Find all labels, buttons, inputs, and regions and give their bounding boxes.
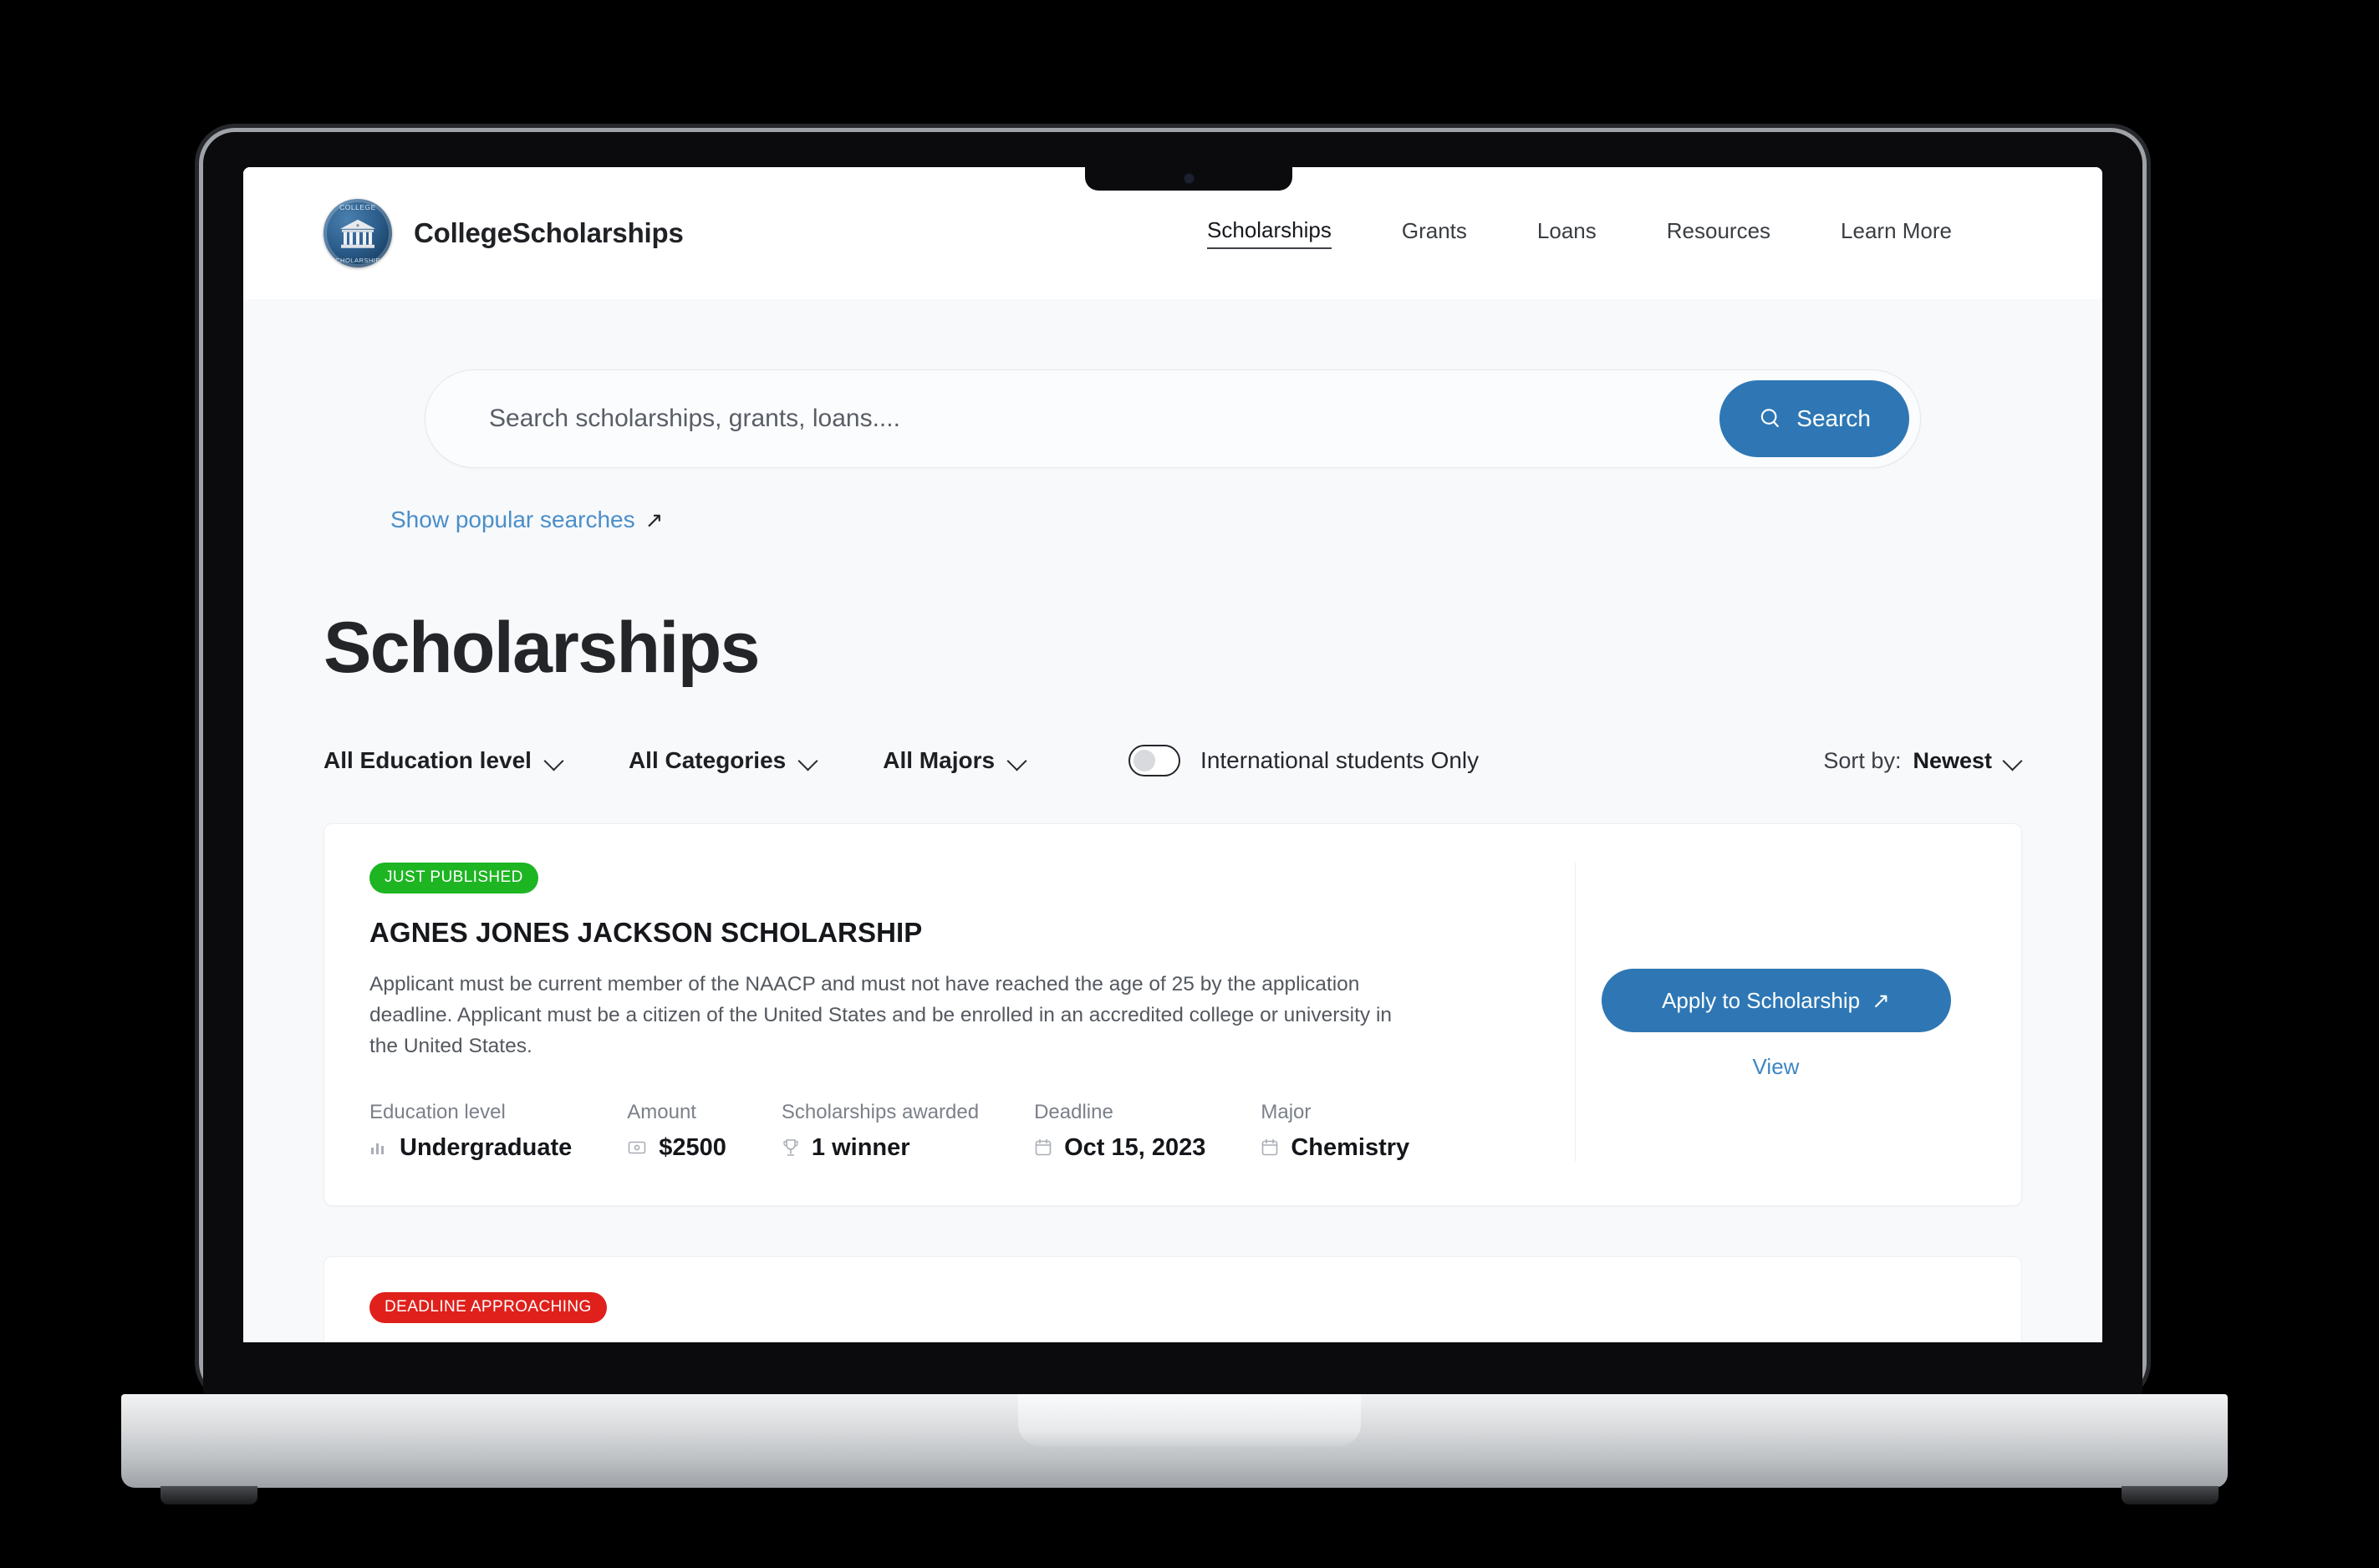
scholarship-card-actions: Apply to Scholarship ↗ View [1575, 863, 1976, 1162]
nav-link-scholarships[interactable]: Scholarships [1207, 217, 1332, 249]
scholarship-title: AGNES JONES JACKSON SCHOLARSHIP [369, 917, 923, 948]
search-button[interactable]: Search [1719, 380, 1909, 457]
page-body: Search Show popular searches ↗ Scholarsh… [243, 299, 2102, 1374]
meta-label: Scholarships awarded [781, 1100, 980, 1123]
sort-by-value: Newest [1913, 747, 1992, 773]
search-icon [1761, 409, 1780, 428]
meta-value: 1 winner [811, 1133, 910, 1161]
international-students-toggle[interactable] [1128, 745, 1181, 776]
screenshot-stage: COLLEGE SCHOLARSHIPS CollegeScholarships… [0, 0, 2379, 1568]
laptop-base-lip [1018, 1394, 1361, 1446]
meta-scholarships-awarded: Scholarships awarded 1 winner [782, 1101, 979, 1162]
meta-value-wrap: Oct 15, 2023 [1034, 1134, 1205, 1162]
meta-label: Education level [369, 1100, 506, 1123]
search-bar[interactable]: Search [425, 369, 1921, 468]
search-button-label: Search [1796, 405, 1871, 431]
apply-to-scholarship-button[interactable]: Apply to Scholarship ↗ [1601, 969, 1951, 1033]
search-input[interactable] [489, 405, 1720, 433]
filter-categories-label: All Categories [628, 747, 787, 773]
filter-categories[interactable]: All Categories [629, 747, 818, 774]
apply-button-label: Apply to Scholarship [1662, 987, 1861, 1013]
nav-link-resources[interactable]: Resources [1667, 218, 1770, 248]
page-title: Scholarships [323, 608, 760, 688]
show-popular-searches-label: Show popular searches [390, 507, 635, 532]
search-section: Search [323, 299, 2022, 468]
filter-majors-label: All Majors [883, 747, 996, 773]
calendar-icon [1035, 1138, 1052, 1156]
international-students-toggle-group: International students Only [1128, 745, 1479, 776]
meta-label: Deadline [1034, 1100, 1113, 1123]
filter-row: All Education level All Categories All M… [323, 745, 2022, 776]
filter-education-level-label: All Education level [323, 747, 532, 773]
scholarship-card[interactable]: JUST PUBLISHED AGNES JONES JACKSON SCHOL… [323, 823, 2022, 1206]
seal-rim-bottom: SCHOLARSHIPS [330, 257, 385, 264]
arrow-up-right-icon: ↗ [1872, 987, 1890, 1013]
sort-by-dropdown[interactable]: Sort by: Newest [1823, 748, 2022, 774]
college-seal-icon: COLLEGE SCHOLARSHIPS [323, 199, 392, 267]
meta-label: Major [1261, 1100, 1312, 1123]
chevron-down-icon [2004, 751, 2022, 770]
meta-value: Oct 15, 2023 [1064, 1133, 1206, 1161]
popular-searches-row: Show popular searches ↗ [323, 507, 2022, 533]
web-page: COLLEGE SCHOLARSHIPS CollegeScholarships… [243, 167, 2102, 1377]
laptop-hinge [203, 1342, 2142, 1396]
meta-value: Chemistry [1291, 1133, 1410, 1161]
arrow-up-right-icon: ↗ [644, 507, 664, 532]
show-popular-searches-link[interactable]: Show popular searches ↗ [390, 507, 663, 533]
laptop-foot-right [2122, 1486, 2219, 1504]
trophy-icon [783, 1139, 798, 1157]
meta-value-wrap: 1 winner [782, 1134, 979, 1162]
meta-value-wrap: Undergraduate [369, 1134, 572, 1162]
brand-logo-group[interactable]: COLLEGE SCHOLARSHIPS CollegeScholarships [323, 199, 684, 267]
meta-value-wrap: $2500 [627, 1134, 726, 1162]
view-link[interactable]: View [1753, 1054, 1800, 1080]
laptop-screen: COLLEGE SCHOLARSHIPS CollegeScholarships… [243, 167, 2102, 1377]
meta-value: Undergraduate [400, 1133, 573, 1161]
filter-education-level[interactable]: All Education level [323, 747, 563, 774]
nav-link-learn-more[interactable]: Learn More [1841, 218, 1952, 248]
laptop-foot-left [160, 1486, 257, 1504]
money-icon [628, 1141, 646, 1154]
meta-value-wrap: Chemistry [1261, 1134, 1409, 1162]
scholarship-description: Applicant must be current member of the … [369, 973, 1393, 1058]
meta-label: Amount [627, 1100, 696, 1123]
scholarship-meta-row: Education level Undergraduate Amount $25… [369, 1101, 1541, 1162]
calendar-icon [1262, 1138, 1278, 1156]
nav-link-grants[interactable]: Grants [1402, 218, 1467, 248]
sort-by-label: Sort by: [1823, 747, 1902, 773]
seal-rim-top: COLLEGE [339, 203, 376, 211]
scholarship-card-main: JUST PUBLISHED AGNES JONES JACKSON SCHOL… [369, 863, 1575, 1162]
toggle-knob [1133, 750, 1156, 771]
chevron-down-icon [799, 751, 818, 770]
chevron-down-icon [545, 751, 563, 770]
building-icon [340, 219, 375, 248]
laptop-notch [1085, 164, 1292, 191]
meta-deadline: Deadline Oct 15, 2023 [1034, 1101, 1205, 1162]
filter-majors[interactable]: All Majors [883, 747, 1026, 774]
international-students-toggle-label: International students Only [1200, 747, 1480, 773]
meta-value: $2500 [659, 1133, 726, 1161]
meta-amount: Amount $2500 [627, 1101, 726, 1162]
status-badge: JUST PUBLISHED [369, 863, 538, 893]
meta-major: Major Chemistry [1261, 1101, 1409, 1162]
main-nav: Scholarships Grants Loans Resources Lear… [1207, 217, 2022, 249]
bar-chart-icon [371, 1143, 384, 1155]
meta-education-level: Education level Undergraduate [369, 1101, 572, 1162]
camera-icon [1184, 175, 1193, 182]
status-badge: DEADLINE APPROACHING [369, 1291, 607, 1323]
brand-name: CollegeScholarships [414, 217, 684, 248]
nav-link-loans[interactable]: Loans [1537, 218, 1597, 248]
chevron-down-icon [1008, 751, 1026, 770]
